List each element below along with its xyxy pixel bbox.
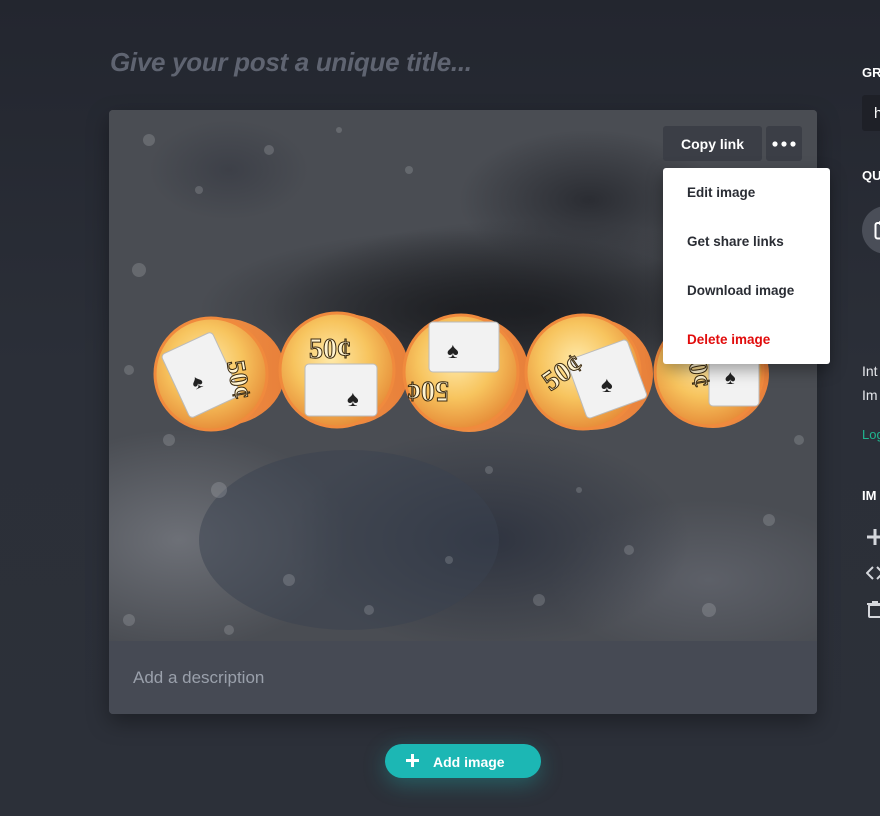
code-icon[interactable] xyxy=(866,564,880,582)
svg-text:50¢: 50¢ xyxy=(407,375,449,406)
menu-item-get-share-links[interactable]: Get share links xyxy=(687,234,784,249)
post-title-input[interactable] xyxy=(110,44,670,80)
more-horizontal-icon xyxy=(772,140,796,147)
sidebar-link[interactable]: Log xyxy=(862,427,880,442)
menu-item-edit-image[interactable]: Edit image xyxy=(687,185,755,200)
menu-item-download-image[interactable]: Download image xyxy=(687,283,794,298)
sidebar-info-text: Int xyxy=(862,363,878,379)
sidebar-text-field[interactable]: h xyxy=(862,95,880,131)
svg-text:♠: ♠ xyxy=(601,372,613,397)
svg-text:♠: ♠ xyxy=(725,367,736,389)
more-options-button[interactable] xyxy=(766,126,802,161)
plus-icon xyxy=(406,754,419,767)
add-image-label: Add image xyxy=(433,754,505,770)
image-options-menu: Edit image Get share links Download imag… xyxy=(663,168,830,364)
sidebar-section-label: GR xyxy=(862,65,880,80)
sidebar-section-label: IM xyxy=(862,488,877,503)
chip-1: 50¢ ♠ xyxy=(153,316,285,432)
chip-2: 50¢ ♠ xyxy=(278,311,409,429)
chip-3: 50¢ ♠ xyxy=(402,313,529,432)
add-image-button[interactable]: Add image xyxy=(385,744,541,778)
svg-text:♠: ♠ xyxy=(447,338,459,363)
sidebar-round-button[interactable] xyxy=(862,206,880,254)
svg-text:50¢: 50¢ xyxy=(309,334,351,365)
plus-icon[interactable] xyxy=(866,528,880,546)
clipboard-icon xyxy=(874,221,880,240)
copy-link-button[interactable]: Copy link xyxy=(663,126,762,161)
trash-icon[interactable] xyxy=(866,600,880,618)
menu-item-delete-image[interactable]: Delete image xyxy=(687,332,770,347)
svg-text:♠: ♠ xyxy=(347,386,359,411)
sidebar-info-text: Im xyxy=(862,387,878,403)
sidebar-section-label: QU xyxy=(862,168,880,183)
description-input[interactable] xyxy=(109,641,817,714)
